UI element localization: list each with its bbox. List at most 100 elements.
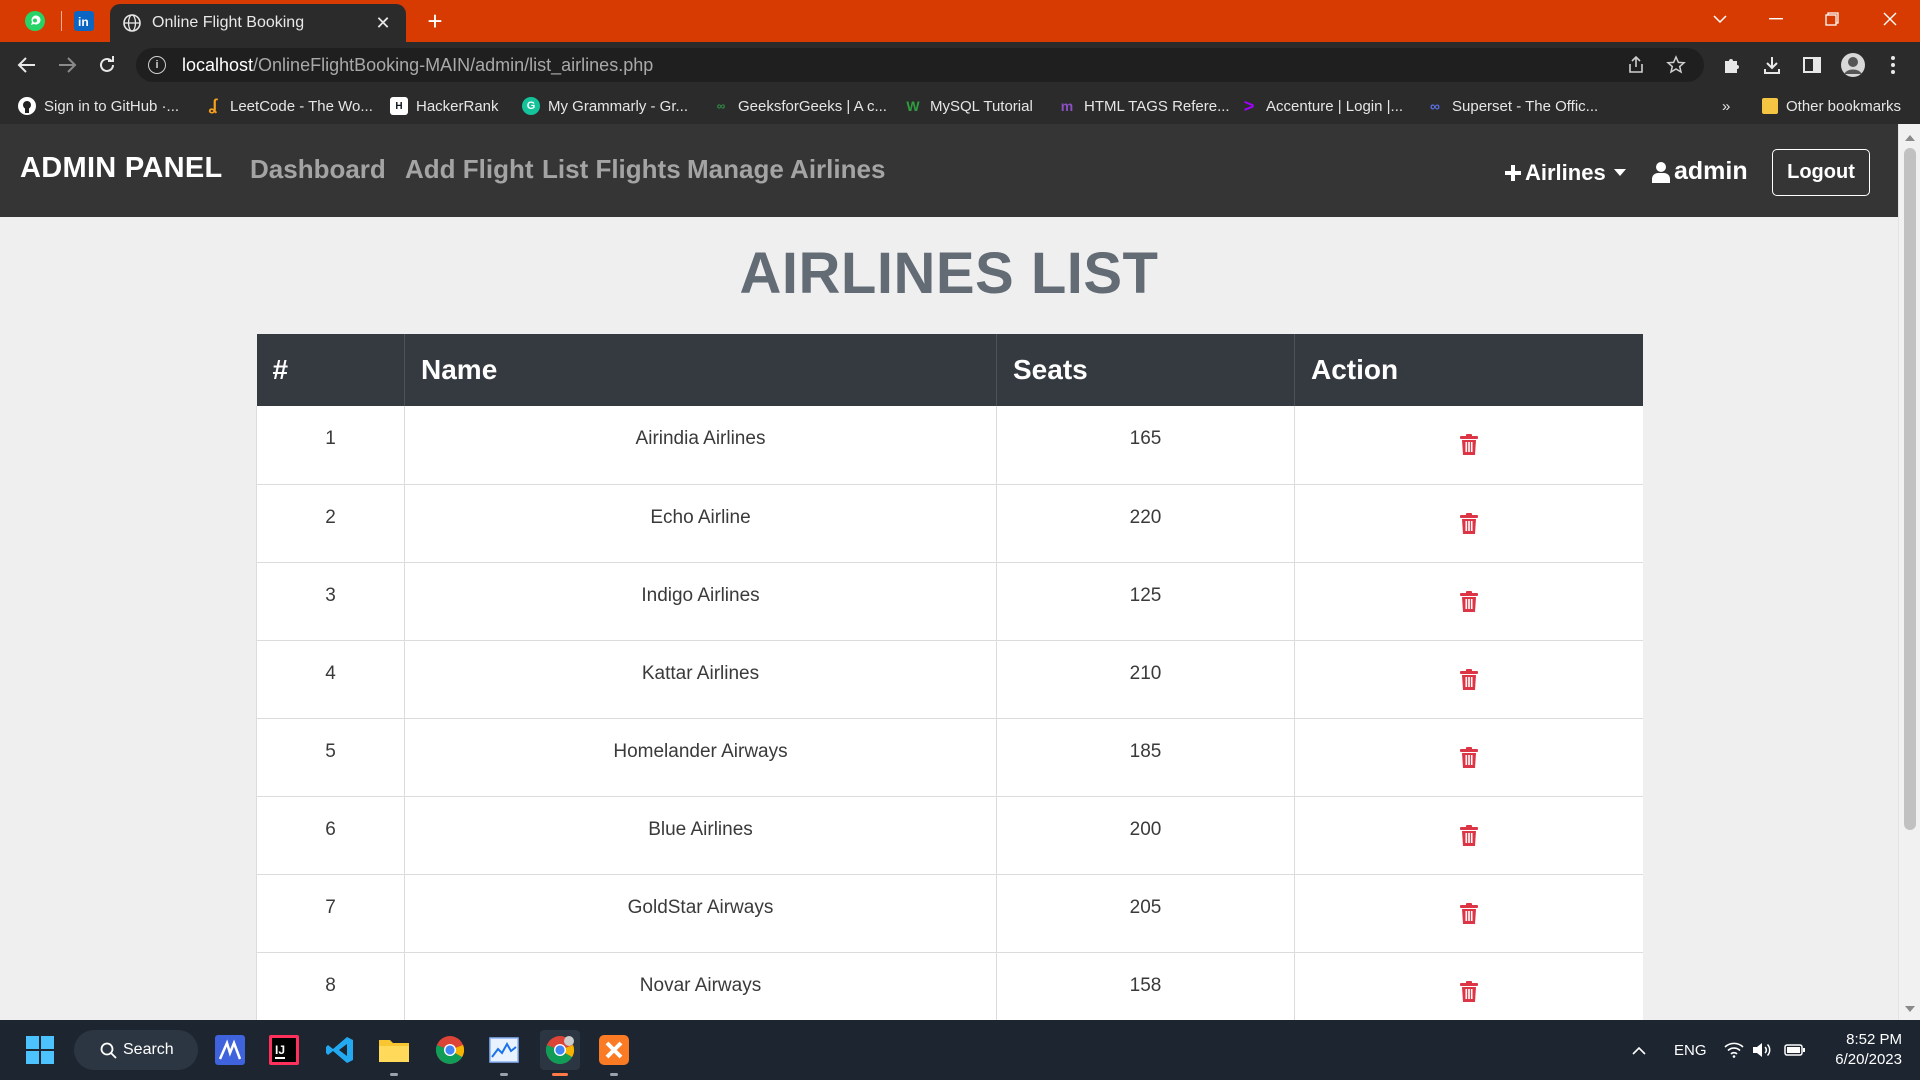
delete-trash-icon[interactable] xyxy=(1460,434,1478,461)
profile-avatar-icon[interactable] xyxy=(1836,51,1870,79)
scroll-down-arrow-icon[interactable] xyxy=(1905,1006,1915,1012)
bookmark-mysql[interactable]: W MySQL Tutorial xyxy=(904,94,1032,118)
nav-manage-airlines[interactable]: Manage Airlines xyxy=(687,154,885,185)
github-icon xyxy=(18,97,36,115)
table-row: 7 GoldStar Airways 205 xyxy=(256,874,1643,953)
battery-icon[interactable] xyxy=(1784,1020,1806,1080)
row-number: 1 xyxy=(256,406,405,485)
chrome-menu-icon[interactable] xyxy=(1876,51,1910,79)
user-menu[interactable]: admin xyxy=(1652,157,1748,186)
language-indicator[interactable]: ENG xyxy=(1674,1020,1707,1080)
restore-button[interactable] xyxy=(1804,0,1860,38)
close-tab-icon[interactable]: ✕ xyxy=(372,13,394,34)
start-button[interactable] xyxy=(20,1030,60,1070)
clock-time: 8:52 PM xyxy=(1846,1031,1902,1048)
delete-trash-icon[interactable] xyxy=(1460,668,1478,696)
row-number: 5 xyxy=(256,718,405,797)
nav-list-flights[interactable]: List Flights xyxy=(542,154,681,185)
table-row: 4 Kattar Airlines 210 xyxy=(256,640,1643,719)
bookmark-superset[interactable]: ∞ Superset - The Offic... xyxy=(1426,94,1598,118)
column-header-number: # xyxy=(256,334,405,406)
airline-seats: 210 xyxy=(996,640,1295,719)
action-cell xyxy=(1294,796,1643,875)
delete-trash-icon[interactable] xyxy=(1460,902,1478,930)
bookmark-geeksforgeeks[interactable]: ∞ GeeksforGeeks | A c... xyxy=(712,94,887,118)
chrome-icon xyxy=(435,1036,465,1064)
wifi-icon[interactable] xyxy=(1724,1020,1744,1080)
delete-trash-icon[interactable] xyxy=(1460,746,1478,774)
search-icon xyxy=(100,1042,117,1059)
airlines-dropdown[interactable]: Airlines xyxy=(1504,160,1626,186)
scrollbar-thumb[interactable] xyxy=(1904,148,1916,830)
taskbar-app-task-manager[interactable] xyxy=(484,1030,524,1076)
close-window-button[interactable] xyxy=(1862,0,1918,38)
bookmark-grammarly[interactable]: G My Grammarly - Gr... xyxy=(522,94,688,118)
logout-button[interactable]: Logout xyxy=(1772,149,1870,196)
brand-title[interactable]: ADMIN PANEL xyxy=(20,152,223,185)
bookmark-hackerrank[interactable]: H HackerRank xyxy=(390,94,499,118)
show-hidden-icons-chevron[interactable] xyxy=(1632,1020,1646,1080)
taskbar-search[interactable]: Search xyxy=(74,1030,198,1070)
airline-seats: 125 xyxy=(996,562,1295,641)
scroll-up-arrow-icon[interactable] xyxy=(1905,135,1915,141)
folder-icon xyxy=(1762,98,1778,114)
bookmark-github[interactable]: Sign in to GitHub ·... xyxy=(18,94,179,118)
airline-seats: 200 xyxy=(996,796,1295,875)
url-host: localhost xyxy=(182,54,254,75)
site-info-icon[interactable]: i xyxy=(148,56,166,74)
geeksforgeeks-icon: ∞ xyxy=(716,99,726,113)
new-tab-button[interactable]: + xyxy=(420,8,450,34)
bookmark-html-tags[interactable]: m HTML TAGS Refere... xyxy=(1058,94,1230,118)
volume-icon[interactable] xyxy=(1752,1020,1772,1080)
side-panel-icon[interactable] xyxy=(1795,51,1829,79)
reload-button[interactable] xyxy=(92,51,122,79)
back-button[interactable] xyxy=(12,51,42,79)
extensions-puzzle-icon[interactable] xyxy=(1715,51,1749,79)
leetcode-icon: ʆ xyxy=(208,97,218,114)
whatsapp-pinned-tab[interactable] xyxy=(20,7,50,35)
taskbar-app-intellij[interactable]: IJ xyxy=(264,1030,304,1070)
delete-trash-icon[interactable] xyxy=(1460,824,1478,852)
task-manager-icon xyxy=(489,1037,519,1063)
bookmark-leetcode[interactable]: ʆ LeetCode - The Wo... xyxy=(204,94,373,118)
taskbar-app-mysql-workbench[interactable] xyxy=(210,1030,250,1070)
airline-name: Kattar Airlines xyxy=(404,640,997,719)
delete-trash-icon[interactable] xyxy=(1460,980,1478,1008)
share-icon[interactable] xyxy=(1620,48,1652,82)
airline-seats: 165 xyxy=(996,406,1295,485)
taskbar-app-file-explorer[interactable] xyxy=(374,1030,414,1076)
downloads-icon[interactable] xyxy=(1755,51,1789,79)
row-number: 2 xyxy=(256,484,405,563)
nav-add-flight[interactable]: Add Flight xyxy=(405,154,534,185)
column-header-action: Action xyxy=(1294,334,1643,406)
airline-name: Airindia Airlines xyxy=(404,406,997,485)
taskbar-app-chrome[interactable] xyxy=(430,1030,470,1070)
active-tab[interactable]: Online Flight Booking ✕ xyxy=(110,4,406,42)
delete-trash-icon[interactable] xyxy=(1460,512,1478,540)
forward-arrow-icon xyxy=(59,57,77,73)
tab-search-chevron-icon[interactable] xyxy=(1692,0,1748,38)
mysql-workbench-icon xyxy=(215,1035,245,1065)
taskbar-app-chrome-active[interactable] xyxy=(540,1030,580,1076)
airline-name: Novar Airways xyxy=(404,952,997,1020)
url-path: /OnlineFlightBooking-MAIN/admin/list_air… xyxy=(253,54,654,75)
forward-button[interactable] xyxy=(52,51,82,79)
address-bar[interactable]: i localhost/OnlineFlightBooking-MAIN/adm… xyxy=(136,48,1704,82)
active-indicator xyxy=(552,1073,568,1076)
taskbar-app-xampp[interactable] xyxy=(594,1030,634,1076)
more-bookmarks-button[interactable]: » xyxy=(1722,94,1730,118)
action-cell xyxy=(1294,562,1643,641)
other-bookmarks-folder[interactable]: Other bookmarks xyxy=(1762,94,1901,118)
bookmark-star-icon[interactable] xyxy=(1660,48,1692,82)
linkedin-pinned-tab[interactable]: in xyxy=(69,7,99,35)
minimize-button[interactable] xyxy=(1748,0,1804,38)
delete-trash-icon[interactable] xyxy=(1460,590,1478,618)
page-scrollbar[interactable] xyxy=(1898,124,1920,1020)
bookmark-accenture[interactable]: > Accenture | Login |... xyxy=(1240,94,1403,118)
airline-name: Indigo Airlines xyxy=(404,562,997,641)
nav-dashboard[interactable]: Dashboard xyxy=(250,154,386,185)
taskbar-app-vscode[interactable] xyxy=(320,1030,360,1070)
page-title: AIRLINES LIST xyxy=(739,241,1159,306)
system-clock[interactable]: 8:52 PM 6/20/2023 xyxy=(1818,1030,1902,1070)
running-indicator xyxy=(500,1073,508,1076)
